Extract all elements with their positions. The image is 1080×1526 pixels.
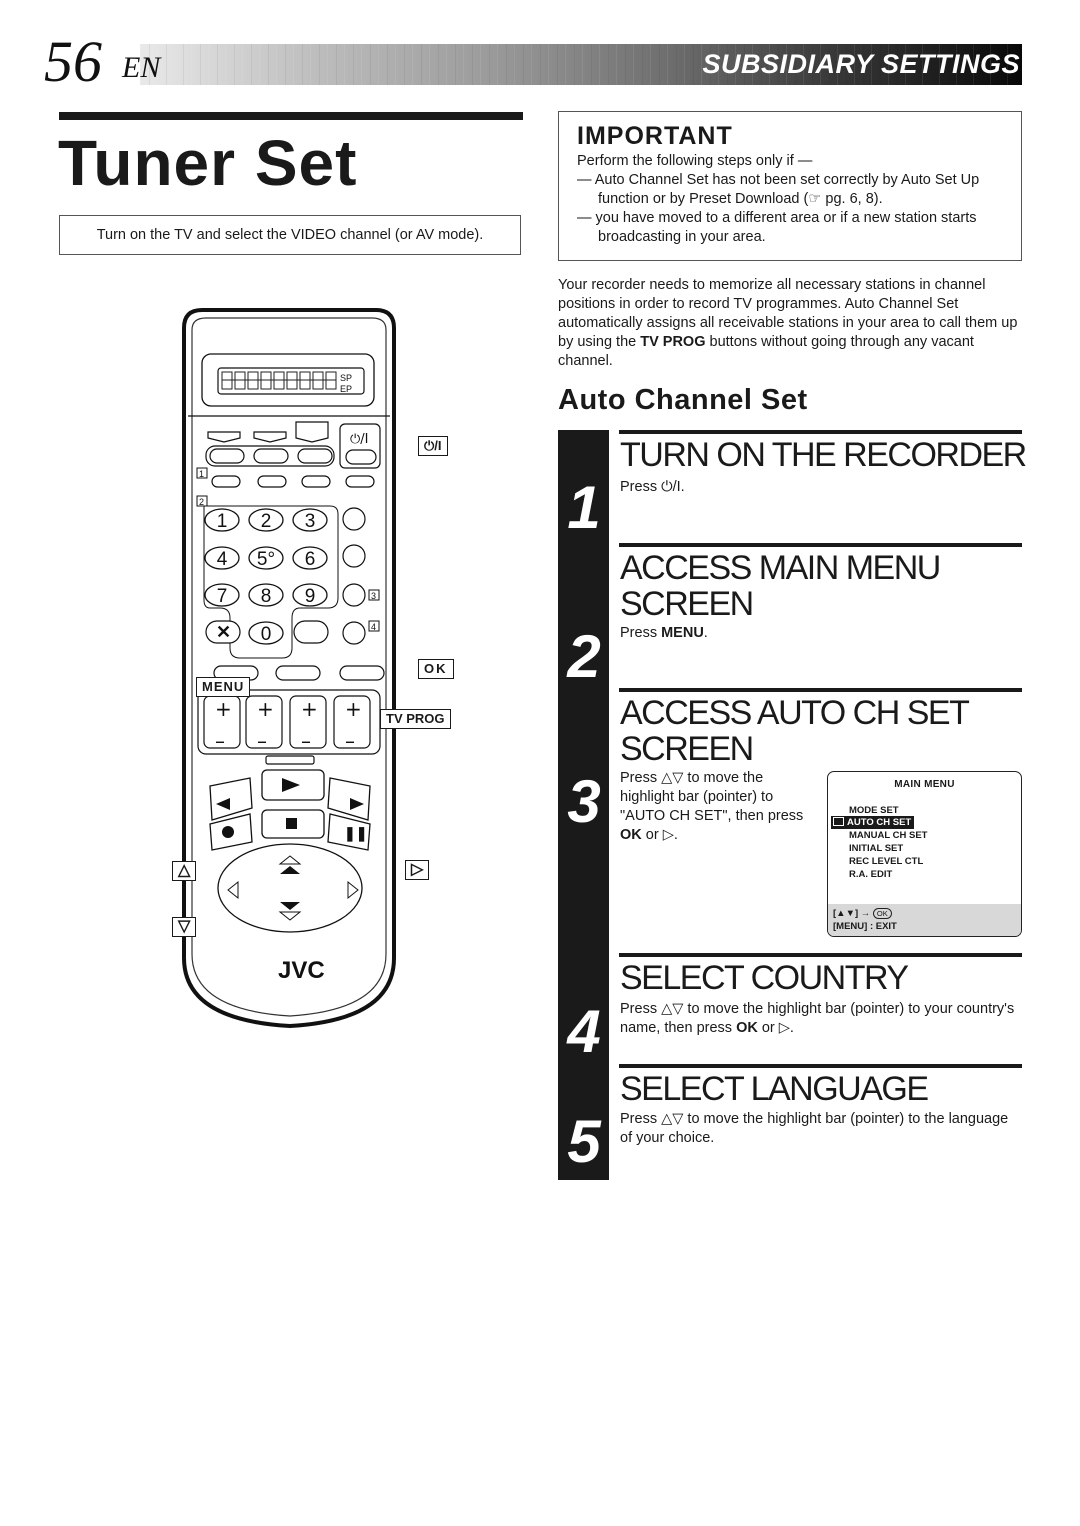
step-divider <box>619 953 1022 957</box>
record-icon <box>222 826 234 838</box>
callout-up: △ <box>172 861 197 881</box>
step-title: ACCESS MAIN MENU <box>620 549 941 587</box>
keypad-key-label: 3 <box>305 511 316 532</box>
menu-item: INITIAL SET <box>849 843 904 854</box>
power-symbol: ⏻/I <box>350 432 369 447</box>
svg-text:+: + <box>345 697 362 721</box>
keypad-key-label: 6 <box>305 549 316 570</box>
power-symbol: ⏻/I. <box>661 479 685 495</box>
step-number: 3 <box>567 768 601 835</box>
menu-item: REC LEVEL CTL <box>849 856 924 867</box>
menu-item-selected: AUTO CH SET <box>831 816 915 829</box>
tv-prog-term: TV PROG <box>640 334 706 350</box>
keypad-key-label: 7 <box>217 586 228 607</box>
main-menu-title: MAIN MENU <box>894 779 955 790</box>
ok-icon: OK <box>872 908 892 919</box>
step-text: Press ⏻/I. <box>620 479 685 495</box>
lcd-sp: SP <box>340 373 352 383</box>
svg-text:2: 2 <box>199 497 204 507</box>
step-title: SCREEN <box>620 585 754 623</box>
svg-text:+: + <box>215 697 232 721</box>
step-divider <box>619 688 1022 692</box>
important-heading: IMPORTANT <box>577 122 733 150</box>
callout-tv-prog: TV PROG <box>380 709 451 729</box>
jvc-logo: JVC <box>278 957 325 984</box>
svg-text:+: + <box>257 697 274 721</box>
page-title: Tuner Set <box>58 127 358 199</box>
intro-paragraph: Your recorder needs to memorize all nece… <box>558 277 1018 369</box>
callout-right: ▷ <box>405 860 430 880</box>
step-title: SELECT COUNTRY <box>620 959 909 997</box>
keypad-key-label: 5° <box>257 549 275 570</box>
keypad-key-label: 2 <box>261 511 272 532</box>
remote-control-illustration: SP EP ⏻/I 1 2 3 4 5° 6 7 8 9 0 ✕ 1 2 3 4 + + + + – – –… <box>182 308 396 1029</box>
callout-down: ▽ <box>172 917 197 937</box>
step-divider <box>619 543 1022 547</box>
svg-text:–: – <box>257 729 267 753</box>
step-number: 5 <box>567 1108 601 1175</box>
section-title: SUBSIDIARY SETTINGS <box>702 49 1020 79</box>
svg-text:4: 4 <box>371 622 376 632</box>
keypad-key-label: 8 <box>261 586 272 607</box>
lcd-ep: EP <box>340 384 352 394</box>
step-number: 2 <box>567 623 601 690</box>
page-number: 56 <box>44 29 102 94</box>
step-title: SCREEN <box>620 730 754 768</box>
important-lead: Perform the following steps only if — <box>577 153 813 169</box>
svg-text:–: – <box>301 729 311 753</box>
pointer-icon <box>833 817 844 826</box>
svg-text:–: – <box>215 729 225 753</box>
step-number: 1 <box>567 474 601 541</box>
tv-note-box: Turn on the TV and select the VIDEO chan… <box>59 215 521 255</box>
keypad-key-label: 1 <box>217 511 228 532</box>
important-bullet: — Auto Channel Set has not been set corr… <box>577 172 980 207</box>
cancel-key-icon: ✕ <box>216 622 231 642</box>
important-box: IMPORTANT Perform the following steps on… <box>558 111 1022 261</box>
step-title: SELECT LANGUAGE <box>620 1070 929 1108</box>
keypad-key-label: 4 <box>217 549 228 570</box>
pause-icon: ❚❚ <box>344 825 367 842</box>
step-divider <box>619 430 1022 434</box>
callout-power: ⏻/I <box>418 436 448 456</box>
callout-menu: MENU <box>196 677 251 697</box>
keypad-key-label: 9 <box>305 586 316 607</box>
svg-text:3: 3 <box>371 591 376 601</box>
step-text: Press △▽ to move the highlight bar (poin… <box>620 1111 1009 1146</box>
page-language: EN <box>122 51 161 84</box>
step-title: TURN ON THE RECORDER <box>620 436 1027 474</box>
step-number: 4 <box>567 998 601 1065</box>
step-divider <box>619 1064 1022 1068</box>
svg-text:1: 1 <box>199 469 204 479</box>
callout-ok: OK <box>418 659 454 679</box>
main-menu-footer: [▲▼] → OK [MENU] : EXIT <box>828 904 1021 936</box>
subheading: Auto Channel Set <box>558 384 808 416</box>
step-text: Press MENU. <box>620 625 708 641</box>
menu-item: R.A. EDIT <box>849 869 893 880</box>
step-title: ACCESS AUTO CH SET <box>620 694 970 732</box>
svg-text:+: + <box>301 697 318 721</box>
menu-item: MANUAL CH SET <box>849 830 928 841</box>
step-text: Press △▽ to move the highlight bar (poin… <box>620 770 804 843</box>
title-rule <box>59 112 523 120</box>
stop-icon <box>286 818 297 829</box>
main-menu-screen: MAIN MENU MODE SET AUTO CH SET MANUAL CH… <box>827 771 1022 937</box>
keypad-key-label: 0 <box>261 624 272 645</box>
important-bullet: — you have moved to a different area or … <box>577 210 977 245</box>
step-text: Press △▽ to move the highlight bar (poin… <box>620 1001 1015 1036</box>
svg-text:–: – <box>345 729 355 753</box>
